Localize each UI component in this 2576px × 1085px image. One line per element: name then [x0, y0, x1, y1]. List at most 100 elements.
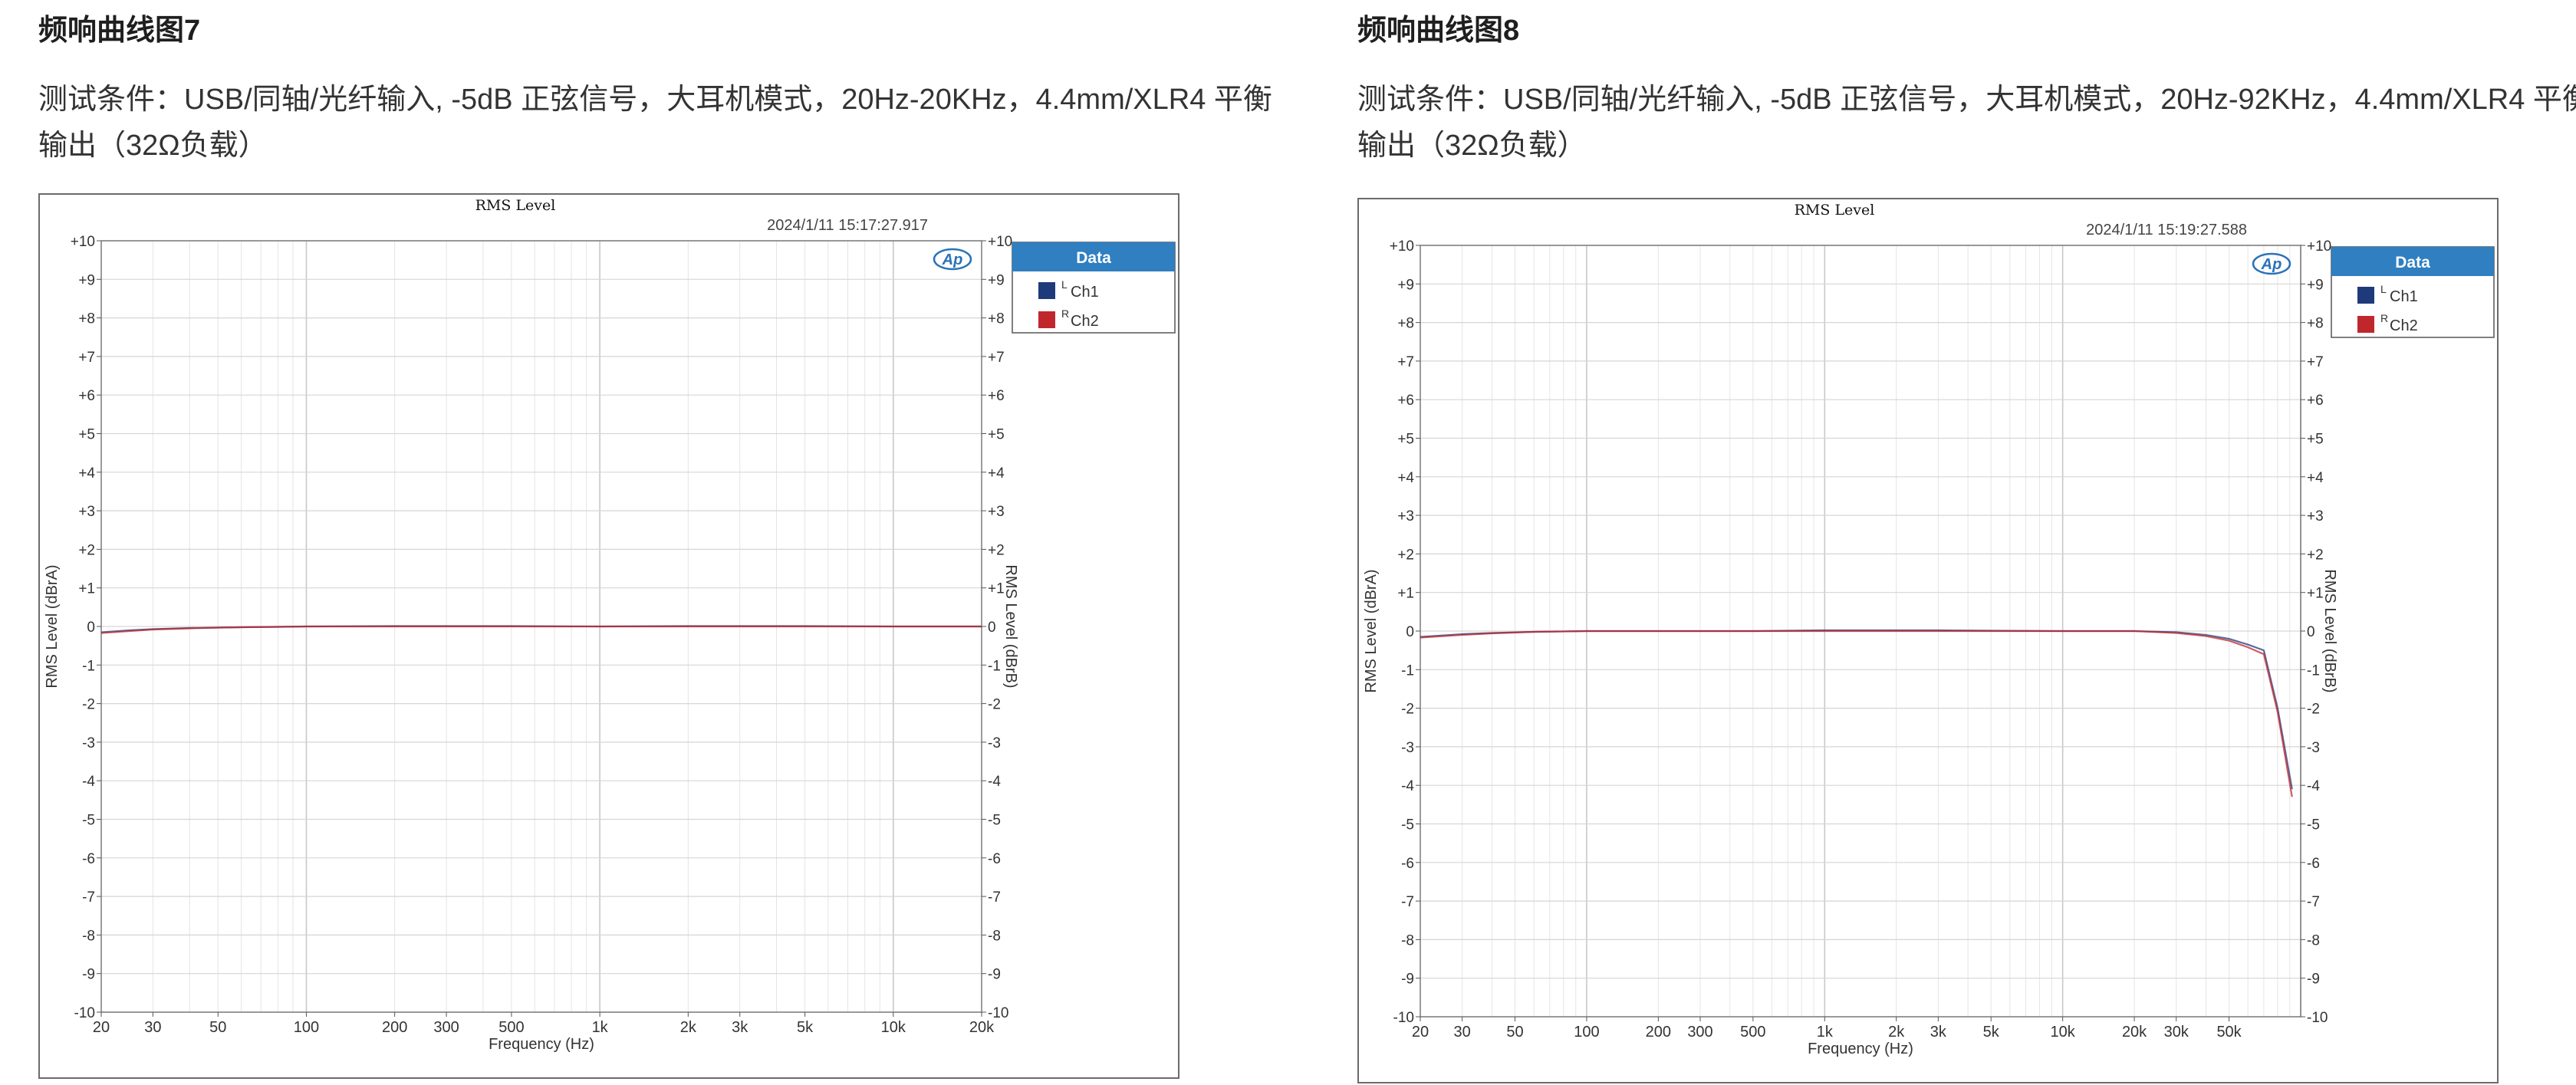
y-tick-label-left: +1 [1397, 586, 1414, 602]
x-tick-label: 5k [1983, 1024, 2000, 1041]
y-tick-label-right: +4 [988, 465, 1005, 482]
y-tick-label-right: -10 [2307, 1010, 2328, 1026]
x-tick-label: 20k [969, 1019, 995, 1036]
y-tick-label-right: +10 [988, 234, 1012, 250]
x-tick-label: 200 [382, 1019, 407, 1036]
legend-channel-prefix: R [1061, 307, 1069, 320]
y-tick-label-right: +4 [2307, 470, 2324, 486]
y-tick-label-right: -2 [2307, 702, 2320, 718]
x-tick-label: 3k [1930, 1024, 1947, 1041]
y-tick-label-right: +8 [2307, 316, 2324, 332]
figure-title: 频响曲线图7 [38, 15, 201, 47]
x-axis-label: Frequency (Hz) [489, 1036, 594, 1053]
legend-channel-prefix: R [2380, 312, 2388, 324]
y-tick-label-right: +10 [2307, 238, 2331, 255]
legend: Data L Ch1R Ch2 [1012, 242, 1176, 334]
legend: Data L Ch1R Ch2 [2331, 246, 2495, 338]
y-tick-label-right: 0 [988, 620, 996, 636]
y-tick-label-right: +9 [988, 272, 1005, 288]
x-tick-label: 20 [1412, 1024, 1429, 1041]
series-line-ch2 [100, 625, 982, 634]
y-tick-label-right: -4 [2307, 778, 2320, 794]
x-tick-label: 1k [1817, 1024, 1834, 1041]
chart-frame: RMS Level 2024/1/11 15:19:27.588 +10 +10 +9 +… [1357, 198, 2499, 1083]
y-tick-label-right: -3 [988, 735, 1001, 751]
y-axis-label-right: RMS Level (dBrB) [2321, 569, 2338, 692]
y-tick-label-left: 0 [87, 620, 95, 636]
y-tick-label-left: -4 [1401, 778, 1414, 794]
y-tick-label-right: +9 [2307, 277, 2324, 293]
logo-text: Ap [2261, 256, 2282, 273]
chart-frame: RMS Level 2024/1/11 15:17:27.917 +10 +10 +9 +… [38, 193, 1179, 1079]
figure-7: 频响曲线图7 测试条件：USB/同轴/光纤输入, -5dB 正弦信号，大耳机模式… [38, 0, 1296, 1085]
y-tick-label-right: +1 [2307, 586, 2324, 602]
y-tick-label-left: +9 [1397, 277, 1414, 293]
y-tick-label-left: -9 [1401, 972, 1414, 988]
x-tick-label: 50 [1506, 1024, 1523, 1041]
y-tick-label-left: -1 [1401, 663, 1414, 679]
legend-swatch [2357, 287, 2374, 304]
y-tick-label-right: +3 [988, 504, 1005, 520]
y-tick-label-left: +5 [1397, 432, 1414, 448]
y-tick-label-left: +7 [78, 350, 95, 366]
x-tick-label: 50k [2216, 1024, 2242, 1041]
y-tick-label-left: -9 [82, 967, 95, 983]
chart-title: RMS Level [1795, 202, 1875, 219]
y-tick-label-left: +6 [1397, 393, 1414, 409]
x-tick-label: 20k [2122, 1024, 2147, 1041]
legend-swatch [1038, 282, 1055, 299]
y-tick-label-left: +7 [1397, 354, 1414, 370]
y-tick-label-left: -10 [1393, 1010, 1414, 1026]
x-axis-label: Frequency (Hz) [1808, 1041, 1913, 1057]
y-tick-label-right: +5 [2307, 432, 2324, 448]
y-tick-label-right: -2 [988, 697, 1001, 713]
y-tick-label-left: -5 [1401, 817, 1414, 833]
rms-level-chart: RMS Level2024/1/11 15:19:27.588+10 +10+9 +… [1363, 202, 2495, 1057]
x-tick-label: 300 [1687, 1024, 1712, 1041]
legend-channel-prefix: L [1061, 278, 1068, 291]
legend-label: Ch2 [1071, 313, 1099, 330]
y-tick-label-right: +2 [2307, 547, 2324, 563]
y-tick-label-right: -8 [2307, 932, 2320, 949]
y-tick-label-left: -2 [82, 697, 95, 713]
y-tick-label-left: -4 [82, 774, 95, 790]
y-tick-label-left: +5 [78, 427, 95, 443]
y-tick-label-left: -5 [82, 813, 95, 829]
x-tick-label: 500 [1740, 1024, 1765, 1041]
y-tick-label-left: -6 [82, 851, 95, 867]
x-tick-label: 30 [144, 1019, 161, 1036]
y-tick-label-left: +3 [78, 504, 95, 520]
chart-timestamp: 2024/1/11 15:17:27.917 [767, 217, 928, 234]
series-line-ch2 [1420, 630, 2293, 797]
y-tick-label-left: +1 [78, 581, 95, 597]
figure-description: 测试条件：USB/同轴/光纤输入, -5dB 正弦信号，大耳机模式，20Hz-9… [1357, 84, 2576, 162]
x-tick-label: 50 [209, 1019, 226, 1036]
y-tick-label-left: +6 [78, 388, 95, 404]
y-tick-label-left: -10 [74, 1005, 95, 1021]
y-tick-label-right: +1 [988, 581, 1005, 597]
legend-channel-prefix: L [2380, 283, 2387, 295]
y-tick-label-right: -7 [988, 889, 1001, 906]
logo-text: Ap [942, 252, 963, 268]
y-tick-label-left: -2 [1401, 702, 1414, 718]
y-tick-label-right: +8 [988, 311, 1005, 327]
y-tick-label-left: +8 [78, 311, 95, 327]
y-tick-label-right: -9 [988, 967, 1001, 983]
y-tick-label-left: -6 [1401, 856, 1414, 872]
y-tick-label-left: -7 [82, 889, 95, 906]
x-tick-label: 500 [498, 1019, 524, 1036]
x-tick-label: 20 [93, 1019, 110, 1036]
y-axis-label-left: RMS Level (dBrA) [1363, 569, 1380, 692]
y-tick-label-left: -3 [1401, 740, 1414, 756]
y-tick-label-right: -6 [988, 851, 1001, 867]
chart-title: RMS Level [475, 197, 556, 214]
x-tick-label: 3k [732, 1019, 748, 1036]
y-tick-label-left: +3 [1397, 508, 1414, 524]
x-tick-label: 2k [1888, 1024, 1905, 1041]
y-tick-label-right: -1 [988, 658, 1001, 674]
legend-label: Ch2 [2390, 317, 2418, 334]
rms-level-chart: RMS Level2024/1/11 15:17:27.917+10 +10+9 +… [44, 197, 1176, 1053]
y-tick-label-right: +6 [988, 388, 1005, 404]
y-tick-label-right: -4 [988, 774, 1001, 790]
x-tick-label: 5k [797, 1019, 814, 1036]
